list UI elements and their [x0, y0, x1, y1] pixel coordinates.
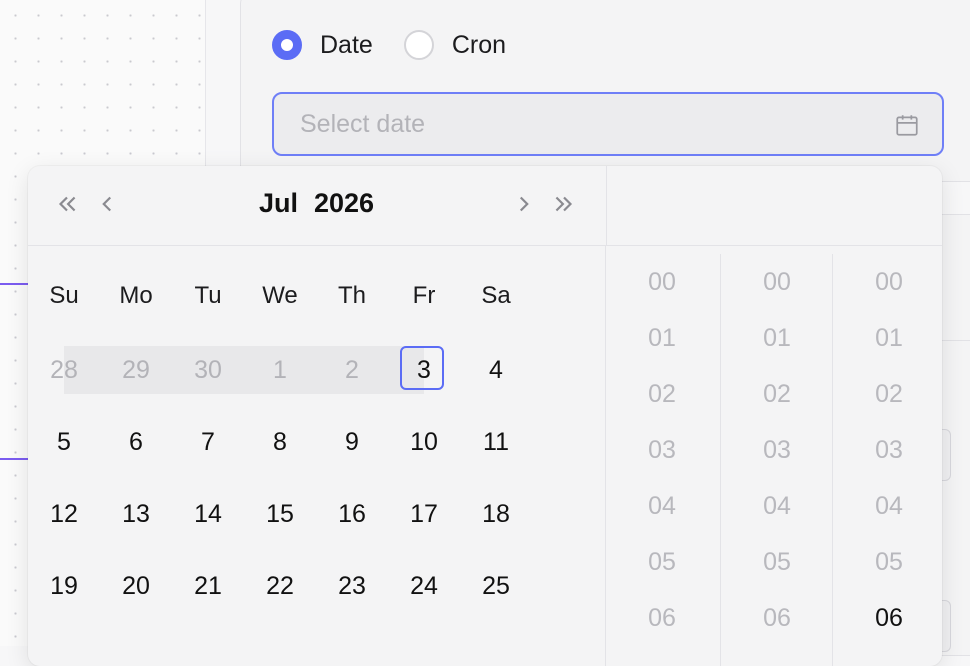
- radio-checked-icon: [272, 30, 302, 60]
- weekday-label: Fr: [412, 282, 436, 309]
- calendar-day[interactable]: 19: [28, 562, 100, 610]
- radio-date-label: Date: [320, 30, 373, 59]
- time-option[interactable]: 06: [606, 598, 718, 638]
- second-column[interactable]: 00 01 02 03 04 05 06: [832, 254, 942, 666]
- minute-column[interactable]: 00 01 02 03 04 05 06: [720, 254, 833, 666]
- time-option[interactable]: 04: [833, 486, 942, 526]
- radio-cron-label: Cron: [451, 30, 506, 59]
- date-time-picker-popup: Jul 2026 Su Mo Tu We Th Fr Sa 28 29 30 1 2 3 4 5 6 7 8 9 10…: [28, 166, 942, 666]
- double-chevron-right-icon: [555, 196, 573, 212]
- calendar-day[interactable]: 18: [460, 490, 532, 538]
- calendar-icon[interactable]: [894, 112, 920, 138]
- time-option[interactable]: 00: [606, 262, 718, 302]
- time-option[interactable]: 06: [721, 598, 833, 638]
- connection-edge[interactable]: [0, 283, 30, 285]
- calendar-day[interactable]: 28: [28, 346, 100, 394]
- calendar-day[interactable]: 29: [100, 346, 172, 394]
- weekday-label: Th: [337, 282, 366, 309]
- time-header: [606, 166, 942, 246]
- time-option[interactable]: 05: [721, 542, 833, 582]
- radio-date[interactable]: Date: [272, 30, 373, 60]
- calendar-day[interactable]: 23: [316, 562, 388, 610]
- time-option[interactable]: 01: [721, 318, 833, 358]
- date-input[interactable]: [298, 108, 862, 140]
- calendar-day[interactable]: 24: [388, 562, 460, 610]
- calendar-day[interactable]: 4: [460, 346, 532, 394]
- weekday-label: Tu: [194, 282, 222, 309]
- calendar-header: Jul 2026: [28, 166, 605, 246]
- calendar-day[interactable]: 21: [172, 562, 244, 610]
- date-picker-field[interactable]: [272, 92, 944, 156]
- weekday-label: We: [262, 282, 298, 309]
- chevron-right-icon: [519, 196, 529, 212]
- weekday-label: Sa: [481, 282, 511, 309]
- time-option[interactable]: 00: [833, 262, 942, 302]
- time-option[interactable]: 06: [833, 598, 942, 638]
- month-select[interactable]: Jul: [259, 188, 298, 218]
- weekday-label: Mo: [119, 282, 153, 309]
- hour-column[interactable]: 00 01 02 03 04 05 06: [606, 254, 718, 666]
- calendar-day[interactable]: 8: [244, 418, 316, 466]
- calendar-day[interactable]: 11: [460, 418, 532, 466]
- calendar-day[interactable]: 3: [388, 346, 460, 394]
- schedule-type-radio-group: Date Cron: [272, 30, 537, 60]
- calendar-day[interactable]: 9: [316, 418, 388, 466]
- time-option[interactable]: 04: [721, 486, 833, 526]
- calendar-day[interactable]: 22: [244, 562, 316, 610]
- time-option[interactable]: 05: [833, 542, 942, 582]
- time-option[interactable]: 03: [606, 430, 718, 470]
- time-option[interactable]: 03: [721, 430, 833, 470]
- calendar-day[interactable]: 2: [316, 346, 388, 394]
- calendar-day[interactable]: 14: [172, 490, 244, 538]
- calendar-day[interactable]: 15: [244, 490, 316, 538]
- radio-cron[interactable]: Cron: [403, 30, 506, 60]
- calendar-day[interactable]: 5: [28, 418, 100, 466]
- year-select[interactable]: 2026: [314, 188, 374, 218]
- calendar-day[interactable]: 16: [316, 490, 388, 538]
- radio-unchecked-icon: [403, 30, 434, 60]
- time-option[interactable]: 01: [833, 318, 942, 358]
- time-option[interactable]: 01: [606, 318, 718, 358]
- time-option[interactable]: 04: [606, 486, 718, 526]
- time-option[interactable]: 02: [721, 374, 833, 414]
- calendar-day[interactable]: 30: [172, 346, 244, 394]
- calendar-day[interactable]: 20: [100, 562, 172, 610]
- time-option[interactable]: 02: [606, 374, 718, 414]
- calendar-day[interactable]: 10: [388, 418, 460, 466]
- calendar-day[interactable]: 7: [172, 418, 244, 466]
- weekday-label: Su: [49, 282, 79, 309]
- calendar-day[interactable]: 6: [100, 418, 172, 466]
- calendar-day[interactable]: 17: [388, 490, 460, 538]
- time-option[interactable]: 00: [721, 262, 833, 302]
- calendar-day[interactable]: 13: [100, 490, 172, 538]
- calendar-day[interactable]: 12: [28, 490, 100, 538]
- time-option[interactable]: 03: [833, 430, 942, 470]
- time-option[interactable]: 05: [606, 542, 718, 582]
- next-year-button[interactable]: [546, 186, 582, 222]
- time-option[interactable]: 02: [833, 374, 942, 414]
- next-month-button[interactable]: [506, 186, 542, 222]
- calendar-day[interactable]: 1: [244, 346, 316, 394]
- calendar-day[interactable]: 25: [460, 562, 532, 610]
- connection-edge[interactable]: [0, 458, 30, 460]
